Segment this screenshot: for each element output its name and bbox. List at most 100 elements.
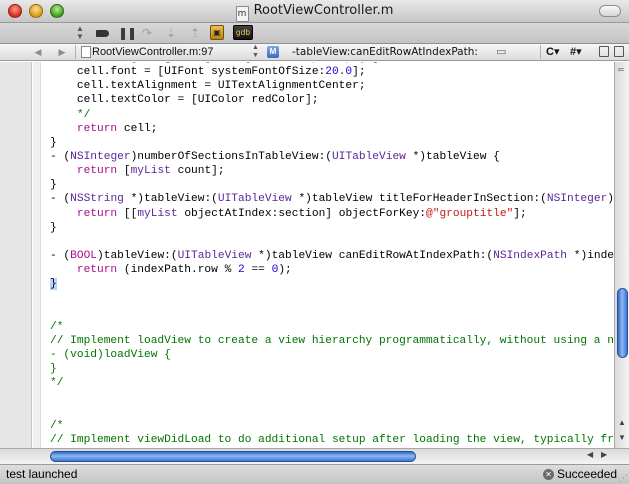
- code-line[interactable]: cell.font = [UIFont systemFontOfSize:20.…: [50, 65, 614, 79]
- forward-arrow-icon[interactable]: ▶: [54, 44, 70, 60]
- code-folding-ribbon[interactable]: [33, 62, 41, 448]
- code-line[interactable]: - (void)loadView {: [50, 348, 614, 362]
- gdb-console-button[interactable]: gdb: [233, 25, 253, 40]
- code-line[interactable]: */: [50, 108, 614, 122]
- code-token: - (: [50, 150, 71, 163]
- toolbar-stepper-icon[interactable]: ▲ ▼: [76, 25, 84, 41]
- scroll-down-arrow-icon[interactable]: ▼: [618, 433, 626, 442]
- code-token: }: [50, 179, 57, 192]
- file-icon: [81, 46, 91, 58]
- back-arrow-icon[interactable]: ◀: [30, 44, 46, 60]
- code-line[interactable]: cell.textColor = [UIColor redColor];: [50, 93, 614, 107]
- code-line[interactable]: return [[myList objectAtIndex:section] o…: [50, 207, 614, 221]
- source-code[interactable]: cell.image = [UIImage imageNamed:@"plus.…: [50, 62, 614, 448]
- debugger-window-button[interactable]: ▣: [210, 25, 224, 40]
- window-title-group: m RootViewController.m: [0, 2, 629, 22]
- code-line[interactable]: return [myList count];: [50, 164, 614, 178]
- divider: [540, 45, 541, 59]
- horizontal-scrollbar[interactable]: ◀ ▶: [0, 448, 629, 464]
- build-result[interactable]: Succeeded: [557, 465, 617, 484]
- code-editor[interactable]: cell.image = [UIImage imageNamed:@"plus.…: [0, 62, 614, 448]
- code-token: )section {: [607, 193, 614, 206]
- pause-button[interactable]: ❚❚: [118, 26, 137, 40]
- scroll-left-arrow-icon[interactable]: ◀: [587, 450, 593, 459]
- code-token: // Implement viewDidLoad to do additiona…: [50, 433, 614, 446]
- code-token: cell.image = [UIImage imageNamed:: [50, 62, 299, 64]
- code-line[interactable]: - (BOOL)tableView:(UITableView *)tableVi…: [50, 249, 614, 263]
- lock-icon[interactable]: [599, 46, 609, 57]
- title-bar: m RootViewController.m: [0, 0, 629, 23]
- class-hierarchy-button[interactable]: C▾: [546, 44, 559, 60]
- code-line[interactable]: }: [50, 277, 614, 291]
- code-token: 20.0: [325, 66, 353, 79]
- code-line[interactable]: }: [50, 362, 614, 376]
- code-token: // Implement loadView to create a view h…: [50, 334, 614, 347]
- bookmarks-icon[interactable]: ▭: [496, 44, 506, 60]
- code-token: NSString: [70, 193, 124, 206]
- window-title: RootViewController.m: [253, 3, 394, 18]
- toolbar-toggle-button[interactable]: [599, 5, 621, 17]
- code-token: count];: [170, 165, 225, 178]
- editor-navigation-bar: ◀ ▶ RootViewController.m:97 ▲ ▼ M -tableV…: [0, 44, 629, 61]
- code-line[interactable]: [50, 291, 614, 305]
- file-popup[interactable]: RootViewController.m:97: [92, 44, 213, 60]
- breakpoint-icon: [95, 30, 109, 37]
- code-token: - (: [50, 193, 71, 206]
- code-line[interactable]: }: [50, 221, 614, 235]
- code-token: myList: [130, 165, 171, 178]
- split-editor-icon[interactable]: ═: [618, 65, 624, 74]
- code-line[interactable]: // Implement viewDidLoad to do additiona…: [50, 433, 614, 447]
- step-into-button[interactable]: ⇣: [164, 26, 178, 40]
- resize-grip-icon[interactable]: ⋰: [619, 474, 628, 483]
- includes-button[interactable]: #▾: [570, 44, 582, 60]
- code-line[interactable]: }: [50, 178, 614, 192]
- scroll-right-arrow-icon[interactable]: ▶: [601, 450, 607, 459]
- code-token: return: [76, 264, 118, 277]
- debugger-toolbar: ▲ ▼ ❚❚ ↷ ⇣ ⇡ ▣ gdb: [0, 23, 629, 44]
- code-token: return: [76, 165, 118, 178]
- code-token: ];: [372, 62, 385, 64]
- code-token: /*: [50, 320, 64, 333]
- vertical-scrollbar[interactable]: ═ ▲ ▼: [614, 62, 629, 448]
- code-token: (indexPath.row %: [117, 264, 239, 277]
- code-line[interactable]: [50, 405, 614, 419]
- code-token: cell.textColor = [UIColor redColor];: [50, 94, 319, 107]
- code-token: return: [76, 207, 118, 220]
- method-icon: M: [267, 46, 279, 58]
- breakpoints-button[interactable]: [94, 26, 110, 40]
- code-line[interactable]: [50, 306, 614, 320]
- scroll-up-arrow-icon[interactable]: ▲: [618, 418, 626, 427]
- code-token: cell.textAlignment = UITextAlignmentCent…: [50, 80, 366, 93]
- code-line[interactable]: cell.textAlignment = UITextAlignmentCent…: [50, 79, 614, 93]
- code-line[interactable]: }: [50, 136, 614, 150]
- code-line[interactable]: return (indexPath.row % 2 == 0);: [50, 263, 614, 277]
- code-token: *)tableView canEditRowAtIndexPath:(: [251, 249, 494, 262]
- code-line[interactable]: - (NSString *)tableView:(UITableView *)t…: [50, 192, 614, 206]
- line-gutter[interactable]: [0, 62, 32, 448]
- step-out-button[interactable]: ⇡: [188, 26, 202, 40]
- function-popup[interactable]: -tableView:canEditRowAtIndexPath:: [292, 44, 478, 60]
- code-line[interactable]: [50, 390, 614, 404]
- code-line[interactable]: [50, 235, 614, 249]
- step-over-button[interactable]: ↷: [140, 26, 154, 40]
- split-view-icon[interactable]: [614, 46, 624, 57]
- code-token: }: [50, 278, 57, 291]
- code-line[interactable]: /*: [50, 320, 614, 334]
- horizontal-scroll-thumb[interactable]: [50, 451, 416, 462]
- code-token: NSInteger: [546, 193, 608, 206]
- code-line[interactable]: */: [50, 376, 614, 390]
- code-line[interactable]: return cell;: [50, 122, 614, 136]
- code-token: }: [50, 363, 57, 376]
- code-line[interactable]: /*: [50, 419, 614, 433]
- code-token: - (: [50, 249, 71, 262]
- code-token: cell;: [117, 122, 158, 135]
- code-line[interactable]: // Implement loadView to create a view h…: [50, 334, 614, 348]
- code-token: ];: [352, 66, 366, 79]
- code-line[interactable]: - (NSInteger)numberOfSectionsInTableView…: [50, 150, 614, 164]
- vertical-scroll-thumb[interactable]: [617, 288, 628, 358]
- code-token: - (void)loadView {: [50, 348, 171, 361]
